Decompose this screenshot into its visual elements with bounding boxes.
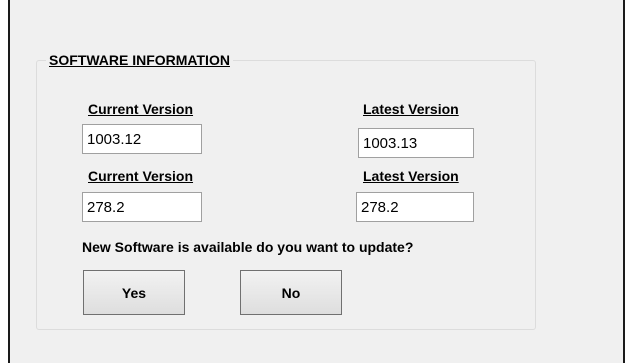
no-button[interactable]: No [240, 270, 342, 315]
latest-version-field-1[interactable] [358, 128, 474, 158]
latest-version-field-2[interactable] [356, 192, 474, 222]
current-version-field-1[interactable] [82, 124, 202, 154]
latest-version-label-1: Latest Version [363, 101, 459, 117]
current-version-label-1: Current Version [88, 101, 194, 117]
group-title: SOFTWARE INFORMATION [46, 51, 233, 69]
current-version-label-2: Current Version [88, 168, 194, 184]
current-version-field-2[interactable] [82, 192, 202, 222]
update-prompt: New Software is available do you want to… [82, 239, 414, 255]
latest-version-label-2: Latest Version [363, 168, 459, 184]
yes-button[interactable]: Yes [83, 270, 185, 315]
